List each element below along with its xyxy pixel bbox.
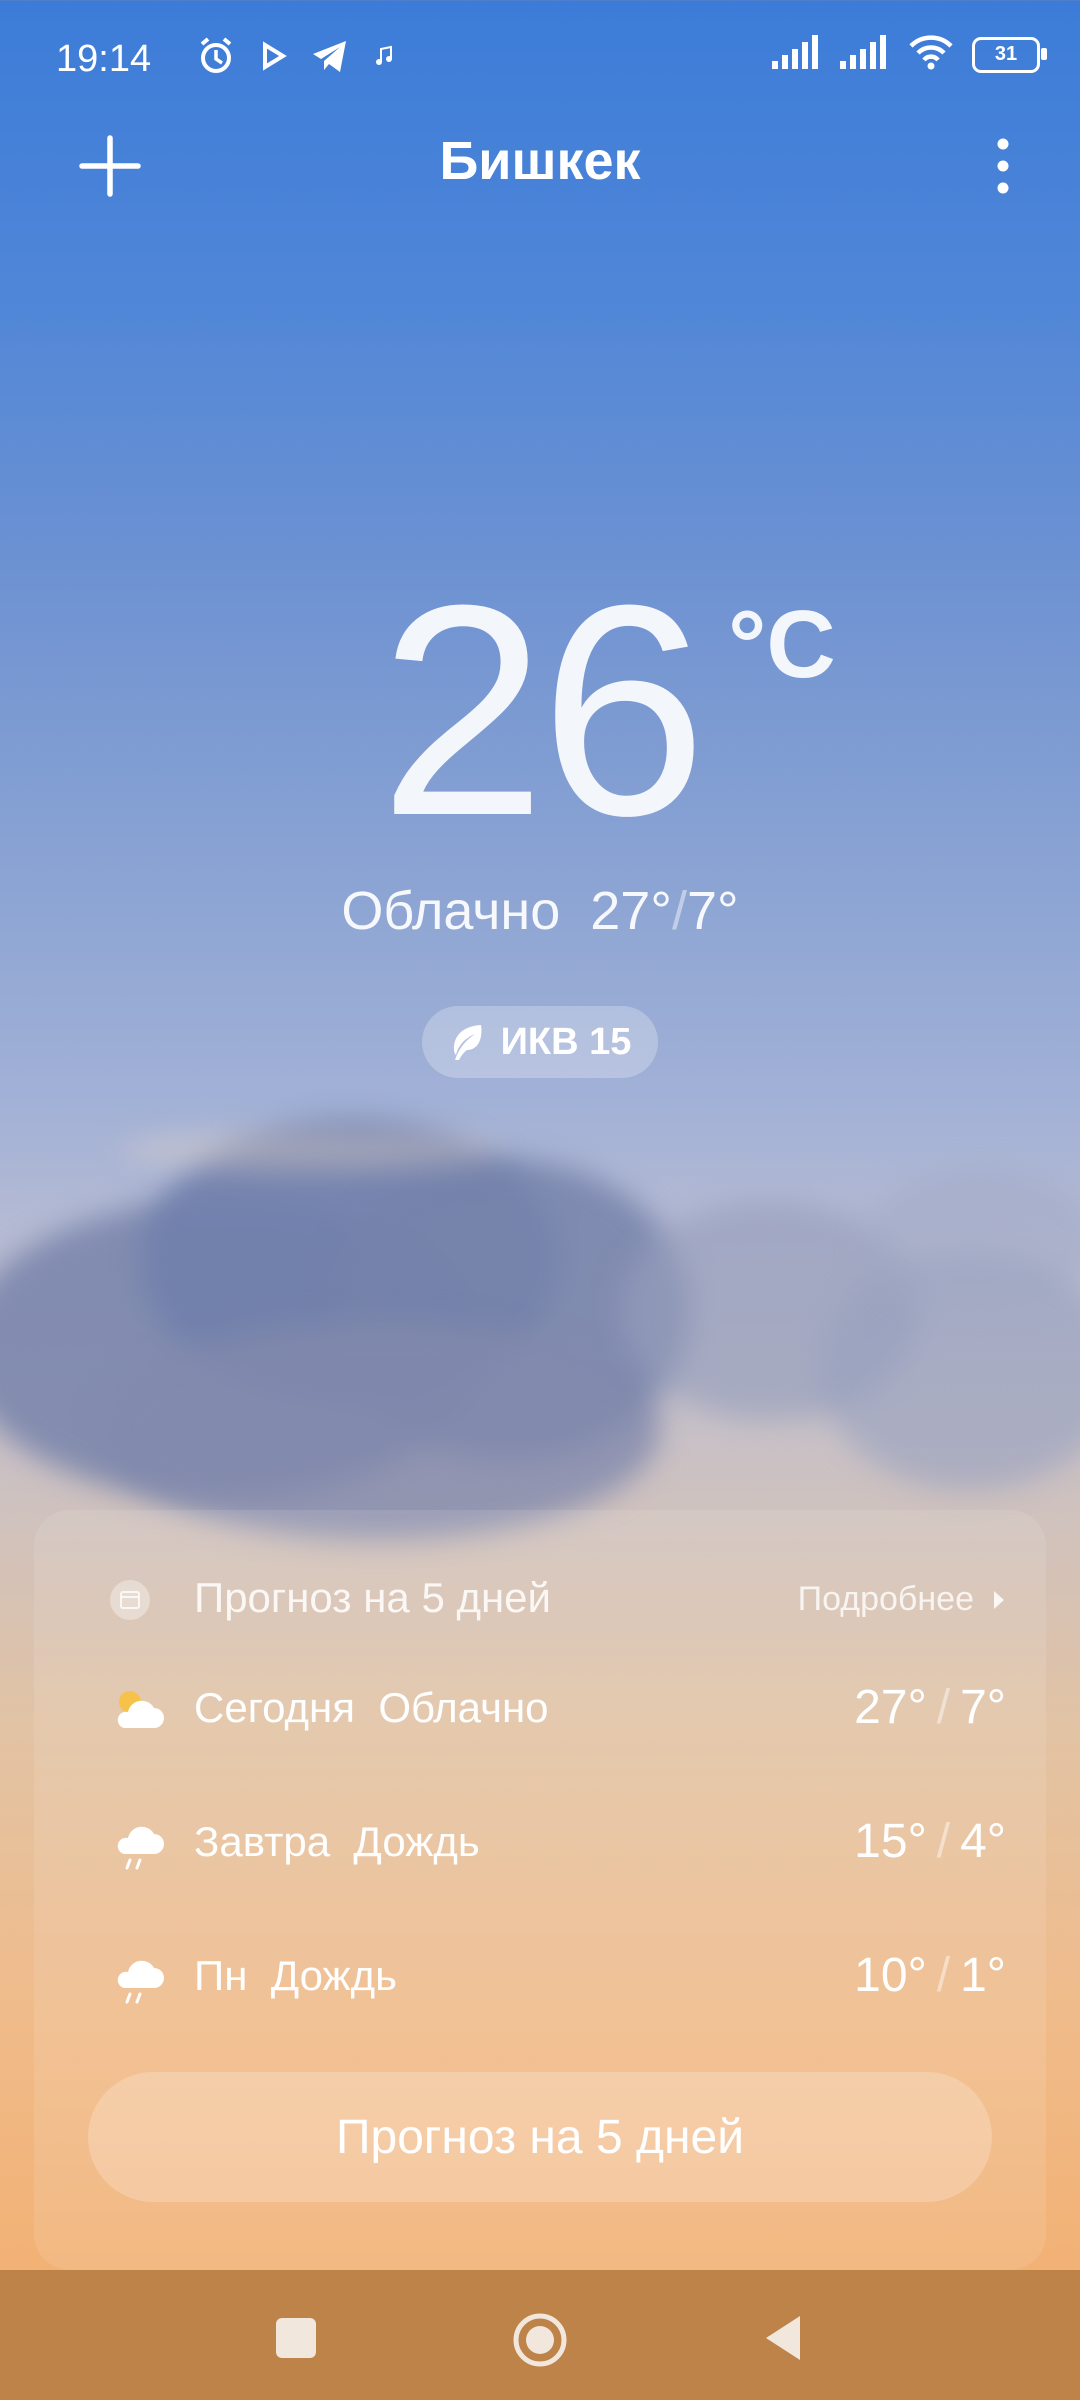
rain-icon — [110, 1816, 166, 1872]
forecast-temps: 27°/7° — [854, 1681, 1006, 1734]
more-details-label: Подробнее — [797, 1580, 974, 1618]
day-name: Завтра — [194, 1818, 331, 1865]
current-condition: Облачно 27°/7° — [0, 880, 1080, 942]
leaf-icon — [453, 1025, 482, 1060]
system-nav-bar — [0, 2270, 1080, 2400]
more-menu-button[interactable] — [978, 130, 1028, 202]
day-name: Сегодня — [194, 1684, 355, 1731]
day-condition: Дождь — [270, 1952, 398, 1999]
signal-icon — [840, 35, 890, 74]
forecast-temps: 10°/1° — [854, 1949, 1006, 2002]
aqi-badge[interactable]: ИКВ 15 — [422, 1006, 658, 1078]
city-title: Бишкек — [439, 131, 641, 191]
recents-button[interactable] — [268, 2310, 324, 2366]
alarm-icon — [196, 36, 236, 81]
temp-separator: / — [671, 881, 687, 941]
forecast-day-label: Завтра Дождь — [194, 1818, 480, 1866]
day-high: 27° — [854, 1681, 927, 1734]
day-high: 15° — [854, 1815, 927, 1868]
high-temp: 27° — [590, 881, 672, 941]
forecast-row-monday[interactable]: Пн Дождь 10°/1° — [74, 1940, 1006, 2020]
forecast-row-today[interactable]: Сегодня Облачно 27°/7° — [74, 1672, 1006, 1752]
rain-icon — [110, 1950, 166, 2006]
home-button[interactable] — [510, 2310, 567, 2367]
battery-icon: 31 — [972, 36, 1047, 73]
day-high: 10° — [854, 1949, 927, 2002]
wifi-icon — [908, 34, 954, 75]
music-icon — [372, 44, 396, 73]
temperature-unit: °C — [728, 591, 836, 698]
condition-text: Облачно — [341, 881, 561, 941]
status-left-icons — [196, 36, 396, 81]
status-time: 19:14 — [56, 38, 152, 80]
forecast-temps: 15°/4° — [854, 1815, 1006, 1868]
back-button[interactable] — [756, 2310, 812, 2366]
five-day-forecast-button[interactable]: Прогноз на 5 дней — [88, 2072, 992, 2202]
top-bar: Бишкек — [0, 110, 1080, 220]
low-temp: 7° — [686, 881, 739, 941]
aqi-label: ИКВ 15 — [500, 1020, 632, 1063]
forecast-header: Прогноз на 5 дней Подробнее — [74, 1566, 1006, 1636]
more-vert-icon — [997, 138, 1009, 194]
home-circle-icon — [513, 2313, 567, 2367]
forecast-title: Прогноз на 5 дней — [194, 1574, 551, 1621]
signal-icon — [772, 35, 822, 74]
current-temperature: 26 — [379, 542, 707, 878]
chevron-right-icon — [994, 1590, 1004, 1609]
calendar-icon — [110, 1580, 150, 1620]
back-triangle-icon — [766, 2316, 800, 2360]
status-bar: 19:14 31 — [0, 0, 1080, 120]
day-low: 1° — [960, 1949, 1006, 2002]
forecast-row-tomorrow[interactable]: Завтра Дождь 15°/4° — [74, 1806, 1006, 1886]
forecast-day-label: Сегодня Облачно — [194, 1684, 549, 1732]
partly-cloudy-icon — [110, 1682, 166, 1738]
square-icon — [276, 2318, 316, 2358]
forecast-day-label: Пн Дождь — [194, 1952, 397, 2000]
day-low: 4° — [960, 1815, 1006, 1868]
play-icon — [258, 41, 288, 76]
day-name: Пн — [194, 1952, 248, 1999]
more-details-link[interactable]: Подробнее — [798, 1580, 1006, 1619]
day-condition: Облачно — [378, 1684, 549, 1731]
day-low: 7° — [960, 1681, 1006, 1734]
status-right-icons: 31 — [772, 34, 1047, 75]
telegram-icon — [310, 36, 350, 81]
day-condition: Дождь — [353, 1818, 480, 1865]
